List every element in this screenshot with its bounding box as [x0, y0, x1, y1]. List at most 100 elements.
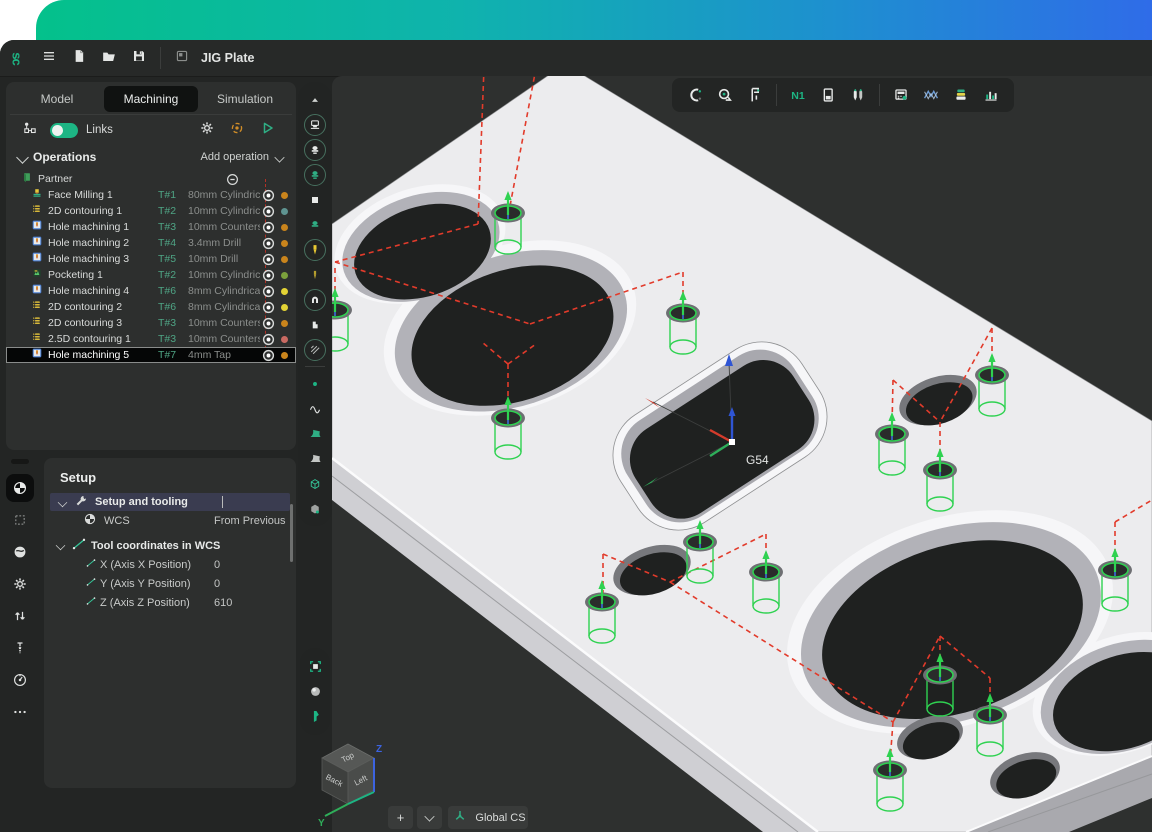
- operation-enable-radio[interactable]: [260, 317, 276, 330]
- tab-simulation[interactable]: Simulation: [198, 86, 292, 112]
- rail-gauge-icon[interactable]: [6, 666, 34, 694]
- toolbar-statbars-icon[interactable]: [976, 82, 1006, 108]
- rail-stockdash-icon[interactable]: [6, 506, 34, 534]
- app-logo-icon[interactable]: sc: [0, 51, 34, 66]
- view-part2-icon[interactable]: [303, 212, 327, 237]
- tab-model[interactable]: Model: [10, 86, 104, 112]
- view-machine-icon[interactable]: [303, 112, 327, 137]
- operation-row[interactable]: 2D contouring 1T#210mm Cylindrica: [6, 203, 296, 219]
- group-chevron-icon[interactable]: [58, 497, 68, 507]
- operation-row[interactable]: Hole machining 4T#68mm Cylindrical: [6, 283, 296, 299]
- run-simulation-button[interactable]: [252, 117, 282, 143]
- add-operation-caret-icon[interactable]: [274, 152, 284, 162]
- view-sphere-icon[interactable]: [303, 679, 327, 704]
- view-mesh-icon[interactable]: [303, 471, 327, 496]
- tool-coords-group[interactable]: Tool coordinates in WCS: [44, 536, 296, 555]
- operation-row[interactable]: Face Milling 1T#180mm Cylindrica: [6, 187, 296, 203]
- operation-row[interactable]: Pocketing 1T#210mm Cylindrica: [6, 267, 296, 283]
- add-cs-button[interactable]: +: [388, 806, 413, 829]
- recalculate-button[interactable]: [222, 117, 252, 143]
- operation-enable-radio[interactable]: [260, 237, 276, 250]
- operation-status-dot: [281, 272, 288, 279]
- main-menu-button[interactable]: [34, 45, 64, 71]
- view-tool-icon[interactable]: [303, 237, 327, 262]
- view-square-icon[interactable]: [303, 187, 327, 212]
- toolbar-layers-icon[interactable]: [946, 82, 976, 108]
- toolbar-tape-icon[interactable]: [710, 82, 740, 108]
- toolbar-toolpathwave-icon[interactable]: [916, 82, 946, 108]
- coordinate-row[interactable]: X (Axis X Position)0: [44, 555, 296, 574]
- operation-group-row[interactable]: Partner: [6, 171, 296, 187]
- toolbar-ctrlpanel-icon[interactable]: [886, 82, 916, 108]
- links-toggle[interactable]: [50, 123, 78, 138]
- coordinate-row[interactable]: Z (Axis Z Position)610: [44, 593, 296, 612]
- view-clamp2-icon[interactable]: [303, 312, 327, 337]
- mute-all-icon[interactable]: [224, 173, 240, 186]
- view-surfgray-icon[interactable]: [303, 446, 327, 471]
- add-operation-button[interactable]: Add operation: [201, 151, 270, 163]
- cs-dropdown-button[interactable]: [417, 806, 442, 829]
- operation-row[interactable]: 2D contouring 2T#68mm Cylindrical: [6, 299, 296, 315]
- tab-machining[interactable]: Machining: [104, 86, 198, 112]
- coordinate-value[interactable]: 0: [214, 578, 220, 590]
- collapse-chevron-icon[interactable]: [16, 151, 29, 164]
- rail-gear-icon[interactable]: [6, 570, 34, 598]
- rail-more-icon[interactable]: [6, 698, 34, 726]
- cs-tripod-icon: [450, 806, 470, 829]
- view-fit-icon[interactable]: [303, 654, 327, 679]
- view-stock-icon[interactable]: [303, 137, 327, 162]
- operation-row[interactable]: Hole machining 1T#310mm Countersi: [6, 219, 296, 235]
- operation-row[interactable]: Hole machining 2T#43.4mm Drill: [6, 235, 296, 251]
- setup-scrollbar[interactable]: [290, 504, 293, 562]
- save-project-button[interactable]: [124, 45, 154, 71]
- operation-enable-radio[interactable]: [260, 301, 276, 314]
- wcs-value[interactable]: From Previous: [214, 515, 286, 527]
- view-flag-icon[interactable]: [303, 704, 327, 729]
- global-cs-button[interactable]: Global CS: [448, 806, 528, 829]
- operation-enable-radio[interactable]: [260, 333, 276, 346]
- operation-enable-radio[interactable]: [260, 221, 276, 234]
- view-surfteal-icon[interactable]: [303, 421, 327, 446]
- toolbar-n1-icon[interactable]: N1: [783, 82, 813, 108]
- toolbar-tools2-icon[interactable]: [843, 82, 873, 108]
- operation-row[interactable]: 2.5D contouring 1T#310mm Countersi: [6, 331, 296, 347]
- group-chevron-icon[interactable]: [56, 541, 66, 551]
- operation-enable-radio[interactable]: [260, 285, 276, 298]
- operations-settings-button[interactable]: [192, 117, 222, 143]
- rail-updown-icon[interactable]: [6, 602, 34, 630]
- view-tool2-icon[interactable]: [303, 262, 327, 287]
- view-cube[interactable]: Top Back Left Z Y: [312, 738, 384, 834]
- view-part-icon[interactable]: [303, 162, 327, 187]
- viewport-3d[interactable]: G54: [332, 76, 1152, 832]
- operation-type-icon: [30, 346, 44, 365]
- toolbar-caliper-icon[interactable]: [740, 82, 770, 108]
- coordinate-value[interactable]: 610: [214, 597, 232, 609]
- toolbar-magnet-icon[interactable]: [680, 82, 710, 108]
- operation-enable-radio[interactable]: [260, 349, 276, 362]
- toolbar-doc-icon[interactable]: [813, 82, 843, 108]
- rail-tap-icon[interactable]: [6, 634, 34, 662]
- operation-row[interactable]: Hole machining 5T#74mm Tap: [6, 347, 296, 363]
- view-dotteal-icon[interactable]: [303, 371, 327, 396]
- view-wave-icon[interactable]: [303, 396, 327, 421]
- operation-row[interactable]: 2D contouring 3T#310mm Countersi: [6, 315, 296, 331]
- new-project-button[interactable]: [64, 45, 94, 71]
- open-project-button[interactable]: [94, 45, 124, 71]
- project-board-button[interactable]: [167, 45, 197, 71]
- view-solid-icon[interactable]: [303, 496, 327, 521]
- tool-number: T#1: [158, 189, 188, 201]
- coordinate-row[interactable]: Y (Axis Y Position)0: [44, 574, 296, 593]
- operation-enable-radio[interactable]: [260, 189, 276, 202]
- coordinate-value[interactable]: 0: [214, 559, 220, 571]
- tool-number: T#7: [158, 349, 188, 361]
- view-clamp-icon[interactable]: [303, 287, 327, 312]
- rail-rotary-icon[interactable]: [6, 538, 34, 566]
- wcs-row[interactable]: WCS From Previous: [44, 511, 296, 530]
- operation-row[interactable]: Hole machining 3T#510mm Drill: [6, 251, 296, 267]
- view-caretup-icon[interactable]: [303, 87, 327, 112]
- operation-enable-radio[interactable]: [260, 253, 276, 266]
- operation-enable-radio[interactable]: [260, 269, 276, 282]
- view-hatch-icon[interactable]: [303, 337, 327, 362]
- operation-enable-radio[interactable]: [260, 205, 276, 218]
- rail-wcs-icon[interactable]: [6, 474, 34, 502]
